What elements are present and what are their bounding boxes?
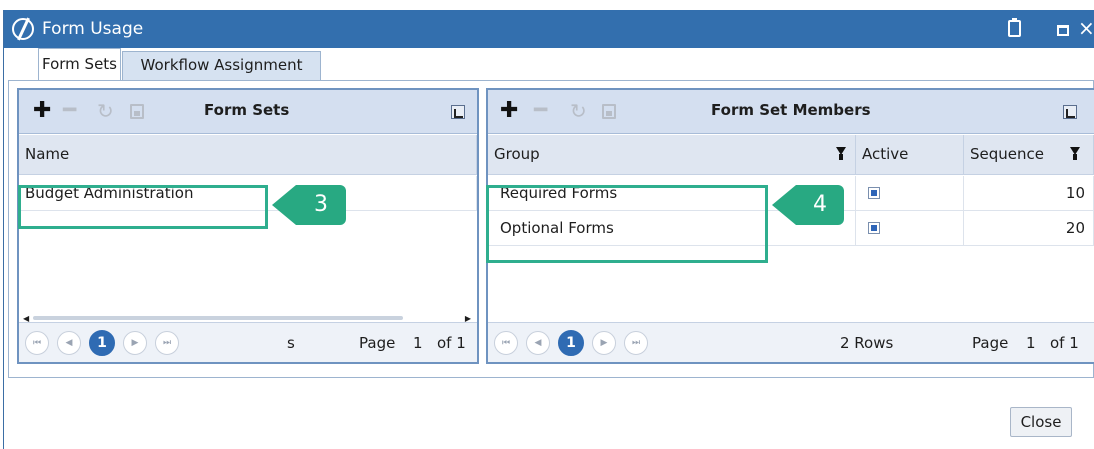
page-label: Page [972, 334, 1009, 352]
pager: ⏮ ◀ 1 ▶ ⏭ s Page 1 of 1 [19, 322, 477, 362]
prev-page-icon[interactable]: ◀ [526, 331, 550, 355]
first-page-icon[interactable]: ⏮ [494, 331, 518, 355]
tab-workflow-assignment[interactable]: Workflow Assignment [122, 51, 321, 81]
panel-title: Form Sets [204, 101, 290, 119]
tab-form-sets[interactable]: Form Sets [38, 48, 121, 82]
title-bar: Form Usage × [4, 10, 1094, 48]
refresh-icon[interactable]: ↻ [97, 100, 114, 122]
close-icon[interactable]: × [1078, 16, 1094, 40]
save-icon[interactable] [602, 104, 616, 119]
callout-badge-4: 4 [772, 185, 844, 225]
remove-icon[interactable]: ━ [534, 100, 547, 122]
expand-icon[interactable] [451, 105, 465, 119]
page-total: of 1 [437, 334, 466, 352]
last-page-icon[interactable]: ⏭ [155, 331, 179, 355]
current-page-button[interactable]: 1 [89, 330, 115, 356]
caption-strip [0, 0, 1094, 8]
app-logo-icon [12, 18, 34, 40]
page-label: Page [359, 334, 396, 352]
current-page-button[interactable]: 1 [558, 330, 584, 356]
highlight-box-left [18, 185, 268, 229]
window-title: Form Usage [42, 19, 144, 39]
last-page-icon[interactable]: ⏭ [624, 331, 648, 355]
next-page-icon[interactable]: ▶ [592, 331, 616, 355]
members-toolbar: ✚ ━ ↻ Form Set Members [488, 90, 1094, 134]
close-button[interactable]: Close [1010, 407, 1072, 437]
first-page-icon[interactable]: ⏮ [25, 331, 49, 355]
prev-page-icon[interactable]: ◀ [57, 331, 81, 355]
column-header-sequence-label: Sequence [970, 145, 1044, 163]
page-number[interactable]: 1 [413, 334, 423, 352]
cell-sequence: 10 [964, 176, 1094, 211]
column-header-sequence[interactable]: Sequence [964, 135, 1094, 175]
rows-count: s [287, 334, 295, 352]
column-header-active[interactable]: Active [856, 135, 964, 175]
filter-icon[interactable] [1070, 147, 1080, 161]
pager: ⏮ ◀ 1 ▶ ⏭ 2 Rows Page 1 of 1 [488, 322, 1094, 362]
maximize-icon[interactable] [1057, 25, 1069, 36]
cell-sequence: 20 [964, 211, 1094, 246]
highlight-box-right [486, 185, 768, 263]
scroll-thumb[interactable] [33, 316, 403, 320]
panel-title: Form Set Members [711, 101, 871, 119]
grid-header: Group Active Sequence [488, 135, 1094, 175]
column-header-group-label: Group [494, 145, 540, 163]
grid-header: Name [19, 135, 477, 175]
page-number[interactable]: 1 [1026, 334, 1036, 352]
rows-count: 2 Rows [840, 334, 894, 352]
expand-icon[interactable] [1063, 105, 1077, 119]
filter-icon[interactable] [836, 147, 846, 161]
cell-active [856, 176, 964, 211]
next-page-icon[interactable]: ▶ [123, 331, 147, 355]
active-checkbox[interactable] [868, 222, 880, 234]
add-icon[interactable]: ✚ [500, 100, 518, 122]
column-header-name[interactable]: Name [19, 135, 477, 175]
clipboard-icon[interactable] [1008, 18, 1021, 37]
horizontal-scrollbar[interactable]: ◀ ▶ [19, 314, 477, 323]
cell-active [856, 211, 964, 246]
active-checkbox[interactable] [868, 187, 880, 199]
remove-icon[interactable]: ━ [63, 100, 76, 122]
form-sets-toolbar: ✚ ━ ↻ Form Sets [19, 90, 477, 134]
column-header-group[interactable]: Group [488, 135, 856, 175]
callout-badge-3: 3 [272, 185, 346, 225]
add-icon[interactable]: ✚ [33, 100, 51, 122]
refresh-icon[interactable]: ↻ [570, 100, 587, 122]
save-icon[interactable] [130, 104, 144, 119]
page-total: of 1 [1050, 334, 1079, 352]
